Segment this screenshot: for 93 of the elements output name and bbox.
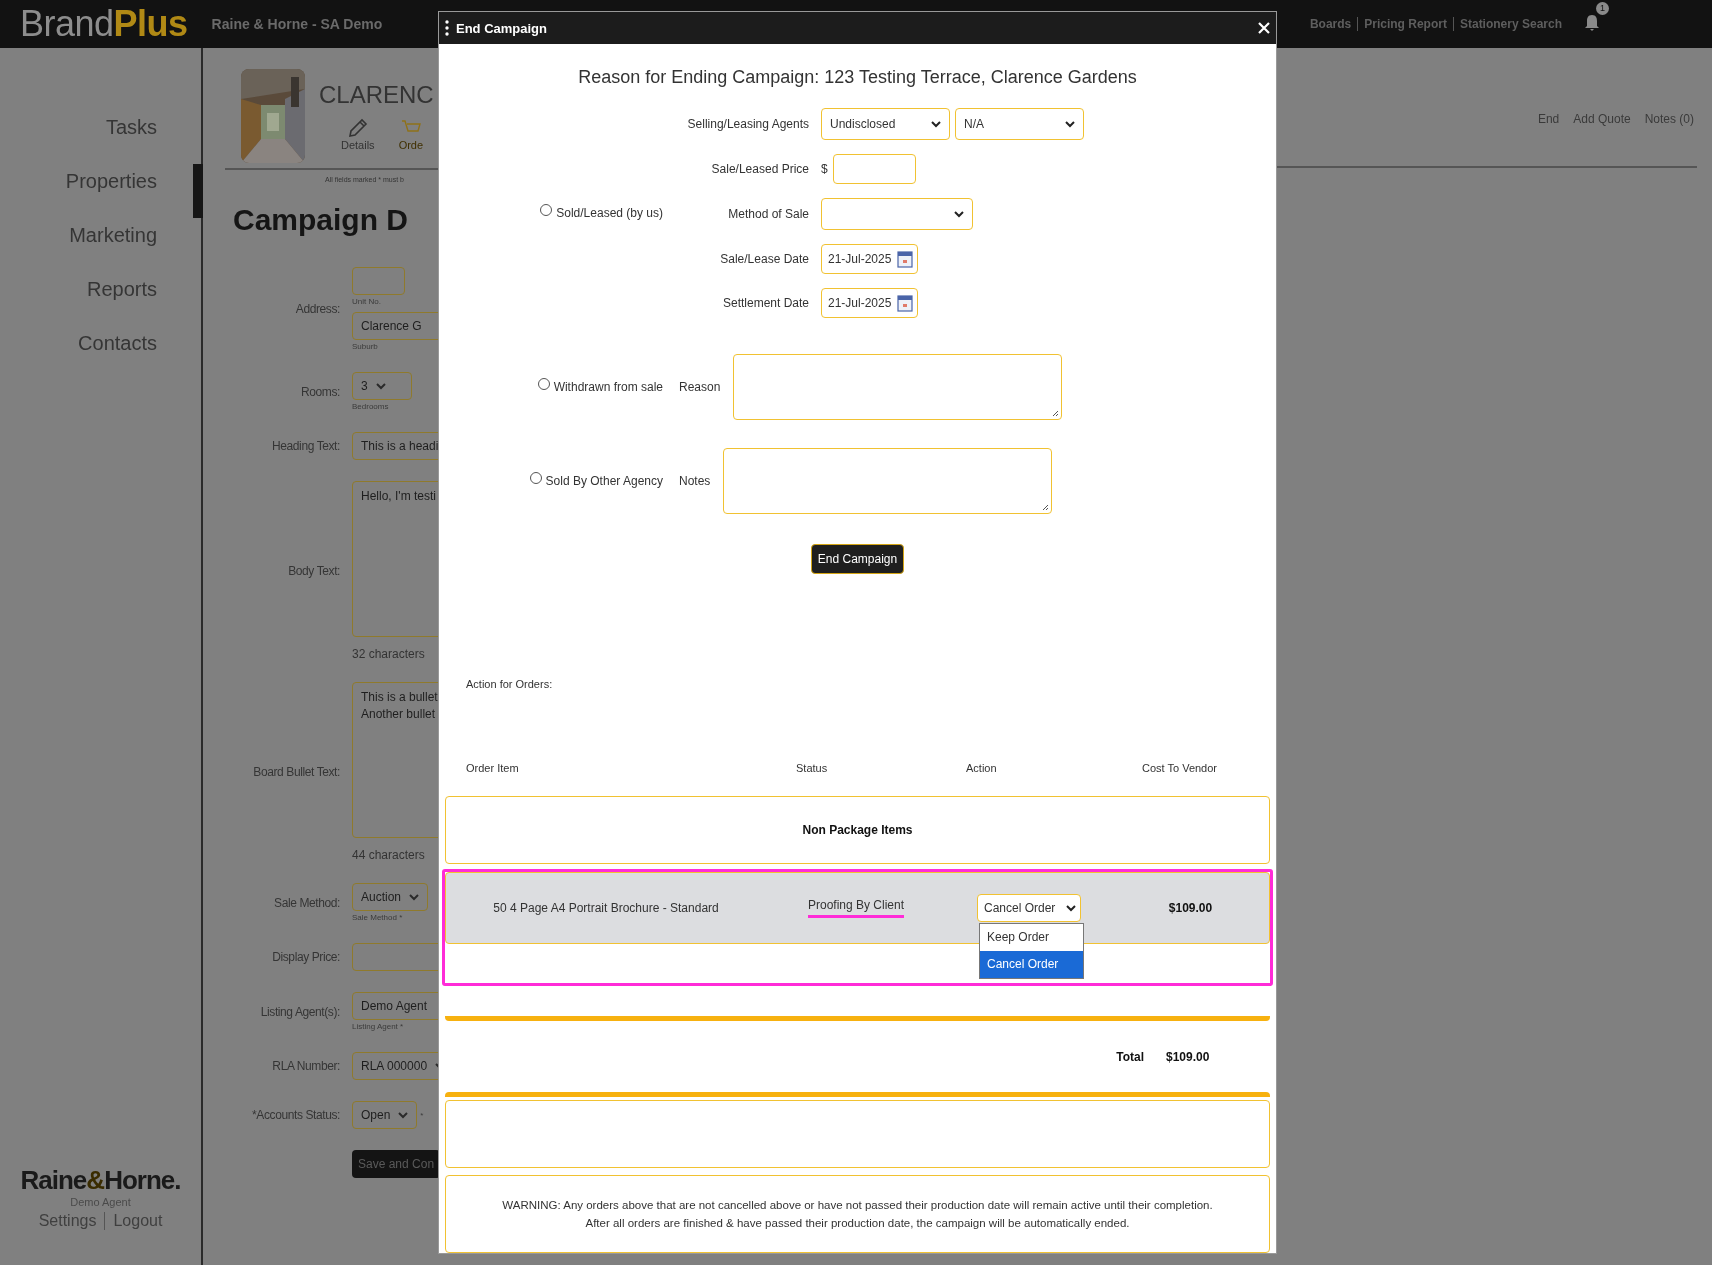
sidebar-item[interactable]: Contacts [0,326,203,380]
date-field[interactable]: 21-Jul-2025 [821,244,918,274]
text-area[interactable] [733,354,1063,420]
action-link[interactable]: Add Quote [1573,112,1631,126]
resize-handle-icon [1052,410,1060,417]
sidebar-item[interactable]: Properties [0,164,203,218]
section-label: Action for Orders: [466,678,554,691]
field-label: Reason [679,380,721,394]
action-link[interactable]: End [1537,112,1560,126]
calendar-icon [897,250,914,268]
currency-sign: $ [821,162,828,176]
bell-icon [1584,14,1600,32]
group-title: Non Package Items [802,823,913,838]
field-label: Sale/Lease Date [719,252,809,266]
field-label: Notes [679,474,711,488]
field-label: Listing Agent(s): [259,1004,340,1019]
sidebar-item[interactable]: Tasks [0,110,203,164]
total-label: Total [1116,1049,1144,1064]
chevron-icon [954,210,964,218]
notification-badge: 1 [1596,2,1609,15]
dropdown-option[interactable]: Keep Order [980,924,1083,952]
field-label: Method of Sale [727,207,809,221]
dropdown-option[interactable]: Cancel Order [980,951,1083,979]
field-label: Settlement Date [721,296,809,310]
text-area[interactable] [723,448,1053,514]
dialog-title: End Campaign [456,20,547,36]
date-field[interactable]: 21-Jul-2025 [821,288,918,318]
chevron-icon [1065,120,1075,128]
option-label: Sold/Leased (by us) [556,206,663,220]
select-field[interactable] [821,198,973,230]
input-field[interactable] [832,154,916,184]
field-label: Address: [294,302,340,316]
character-count: 32 characters [352,647,425,661]
brand-logo: Raine&Horne. [20,1165,181,1196]
close-icon [1258,22,1270,34]
column-header: Cost To Vendor [1142,762,1218,775]
end-campaign-button[interactable]: End Campaign [810,544,905,575]
dialog-heading: Reason for Ending Campaign: 123 Testing Terrace, Clarence Gardens [577,67,1138,88]
character-count: 44 characters [352,848,425,862]
required-mark: * [420,1110,424,1120]
field-label: *Accounts Status: [251,1108,340,1122]
option-label: Withdrawn from sale [553,380,663,394]
header-link[interactable]: Stationery Search [1452,17,1568,31]
option-label: Sold By Other Agency [545,474,663,488]
header-link[interactable]: Pricing Report [1357,17,1453,31]
resize-handle-icon [1042,504,1050,511]
calendar-icon [897,294,914,312]
column-header: Action [966,762,998,775]
office-name: Raine & Horne - SA Demo [211,16,383,32]
sidebar-link[interactable]: Settings [38,1212,97,1230]
order-status: Proofing By Client [807,898,904,919]
select-field[interactable]: Auction [352,883,429,911]
property-tab[interactable]: Details [341,117,375,151]
drag-handle-icon [445,20,449,36]
field-label: Sale/Leased Price [710,162,809,176]
select-field[interactable]: Cancel Order [977,894,1081,923]
column-header: Order Item [466,762,520,775]
input-field[interactable] [352,267,405,295]
select-field[interactable]: 3 [352,372,412,400]
field-hint: Bedrooms [352,402,389,411]
field-label: Rooms: [300,384,340,399]
pencil-icon [346,117,369,139]
sidebar-item[interactable]: Marketing [0,218,203,272]
brand-logo: BrandPlus [20,3,188,45]
field-label: Body Text: [287,564,340,578]
header-link[interactable]: Boards [1303,17,1358,31]
field-label: Selling/Leasing Agents [686,117,809,131]
sidebar-item[interactable]: Reports [0,272,203,326]
select-field[interactable]: Open [352,1101,418,1129]
property-title: CLARENC [319,81,434,109]
action-link[interactable]: Notes (0) [1644,112,1694,126]
chevron-icon [931,120,941,128]
column-header: Status [796,762,829,775]
field-label: Heading Text: [271,439,340,453]
chevron-icon [375,382,386,390]
field-hint: Sale Method * [352,913,403,922]
section-title: Campaign D [233,203,410,237]
field-label: Board Bullet Text: [252,765,340,779]
field-label: RLA Number: [271,1059,340,1073]
chevron-icon [1066,904,1076,912]
property-tab[interactable]: Orde [398,117,424,151]
warning-text: WARNING: Any orders above that are not cancelled above or have not passed their production date will remain active until their completion. After all orders are finished & have passed their production date, the campaign will be automatically ended. [502,1198,1213,1232]
select-field[interactable]: N/A [955,108,1084,140]
select-field[interactable]: Undisclosed [821,108,950,140]
total-value: $109.00 [1166,1049,1211,1064]
save-button[interactable]: Save and Con [352,1150,438,1178]
field-label: Display Price: [271,950,340,964]
order-item: 50 4 Page A4 Portrait Brochure - Standard [493,901,719,916]
chevron-icon [409,893,420,901]
order-cost: $109.00 [1168,901,1213,916]
chevron-icon [398,1111,409,1119]
field-label: Sale Method: [273,895,340,910]
sidebar-link[interactable]: Logout [113,1212,163,1230]
